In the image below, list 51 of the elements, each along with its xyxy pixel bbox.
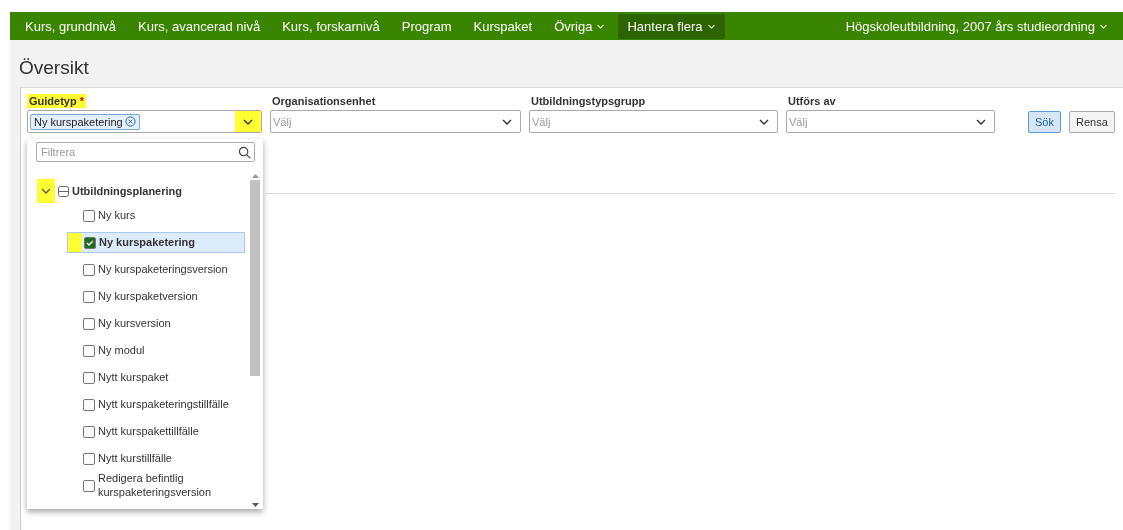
- select-placeholder: Välj: [273, 115, 293, 128]
- checkbox[interactable]: [83, 344, 95, 357]
- checkbox[interactable]: [83, 263, 95, 276]
- scrollbar[interactable]: [250, 172, 260, 509]
- field-label: Utbildningstypsgrupp: [530, 94, 647, 108]
- nav-item[interactable]: Övriga: [545, 13, 615, 39]
- option-item[interactable]: Nytt kurspaket: [81, 367, 171, 388]
- scroll-down-icon[interactable]: [251, 501, 259, 509]
- page-title: Översikt: [19, 57, 90, 79]
- option-item[interactable]: Redigera befintlig kurspaketeringsversion: [81, 468, 240, 503]
- nav-item[interactable]: Kurs, grundnivå: [16, 13, 126, 39]
- nav-item[interactable]: Kurs, avancerad nivå: [129, 13, 270, 39]
- checkbox[interactable]: [83, 371, 95, 384]
- search-button[interactable]: Sök: [1028, 111, 1061, 133]
- nav-item[interactable]: Kurs, forskarnivå: [273, 13, 389, 39]
- nav-item[interactable]: Kurspaket: [464, 13, 542, 39]
- option-item[interactable]: Nytt kurstillfälle: [81, 448, 174, 469]
- nav-item[interactable]: Hantera flera: [618, 13, 725, 39]
- context-menu[interactable]: Högskoleutbildning, 2007 års studieordning: [836, 13, 1117, 39]
- dropdown-toggle[interactable]: [235, 111, 261, 132]
- filter-field[interactable]: Filtrera: [36, 142, 255, 162]
- search-button[interactable]: Rensa: [1068, 111, 1115, 133]
- expand-toggle[interactable]: [37, 179, 55, 203]
- option-item[interactable]: Ny kurspaketeringsversion: [81, 259, 230, 280]
- checkbox[interactable]: [83, 398, 95, 411]
- selected-chip: Ny kurspaketering: [30, 113, 140, 130]
- option-item[interactable]: Ny modul: [81, 340, 147, 361]
- search-icon: [238, 146, 251, 159]
- nav-item[interactable]: Program: [392, 13, 461, 39]
- option-item[interactable]: Nytt kurspakettillfälle: [81, 421, 201, 442]
- checkbox[interactable]: [83, 452, 95, 465]
- field-label: Guidetyp *: [27, 94, 86, 108]
- checkbox[interactable]: [83, 317, 95, 330]
- remove-icon[interactable]: [124, 116, 136, 127]
- field-label: Utförs av: [787, 94, 837, 108]
- collapse-icon[interactable]: [58, 185, 69, 197]
- field-label: Organisationsenhet: [271, 94, 377, 108]
- option-item[interactable]: Ny kursversion: [81, 313, 173, 334]
- checkbox[interactable]: [84, 236, 96, 249]
- checkbox[interactable]: [83, 290, 95, 303]
- checkbox[interactable]: [83, 425, 95, 438]
- option-item[interactable]: Ny kurspaketering: [67, 231, 245, 254]
- option-item[interactable]: Ny kurs: [81, 205, 138, 226]
- option-item[interactable]: Ny kurspaketversion: [81, 286, 200, 307]
- checkbox[interactable]: [83, 479, 95, 492]
- select-placeholder: Välj: [789, 115, 809, 128]
- checkbox[interactable]: [83, 209, 95, 222]
- option-item[interactable]: Nytt kurspaketeringstillfälle: [81, 394, 231, 415]
- select-placeholder: Välj: [532, 115, 552, 128]
- select-field[interactable]: Ny kurspaketering: [27, 110, 262, 133]
- group-label: Utbildningsplanering: [72, 185, 182, 197]
